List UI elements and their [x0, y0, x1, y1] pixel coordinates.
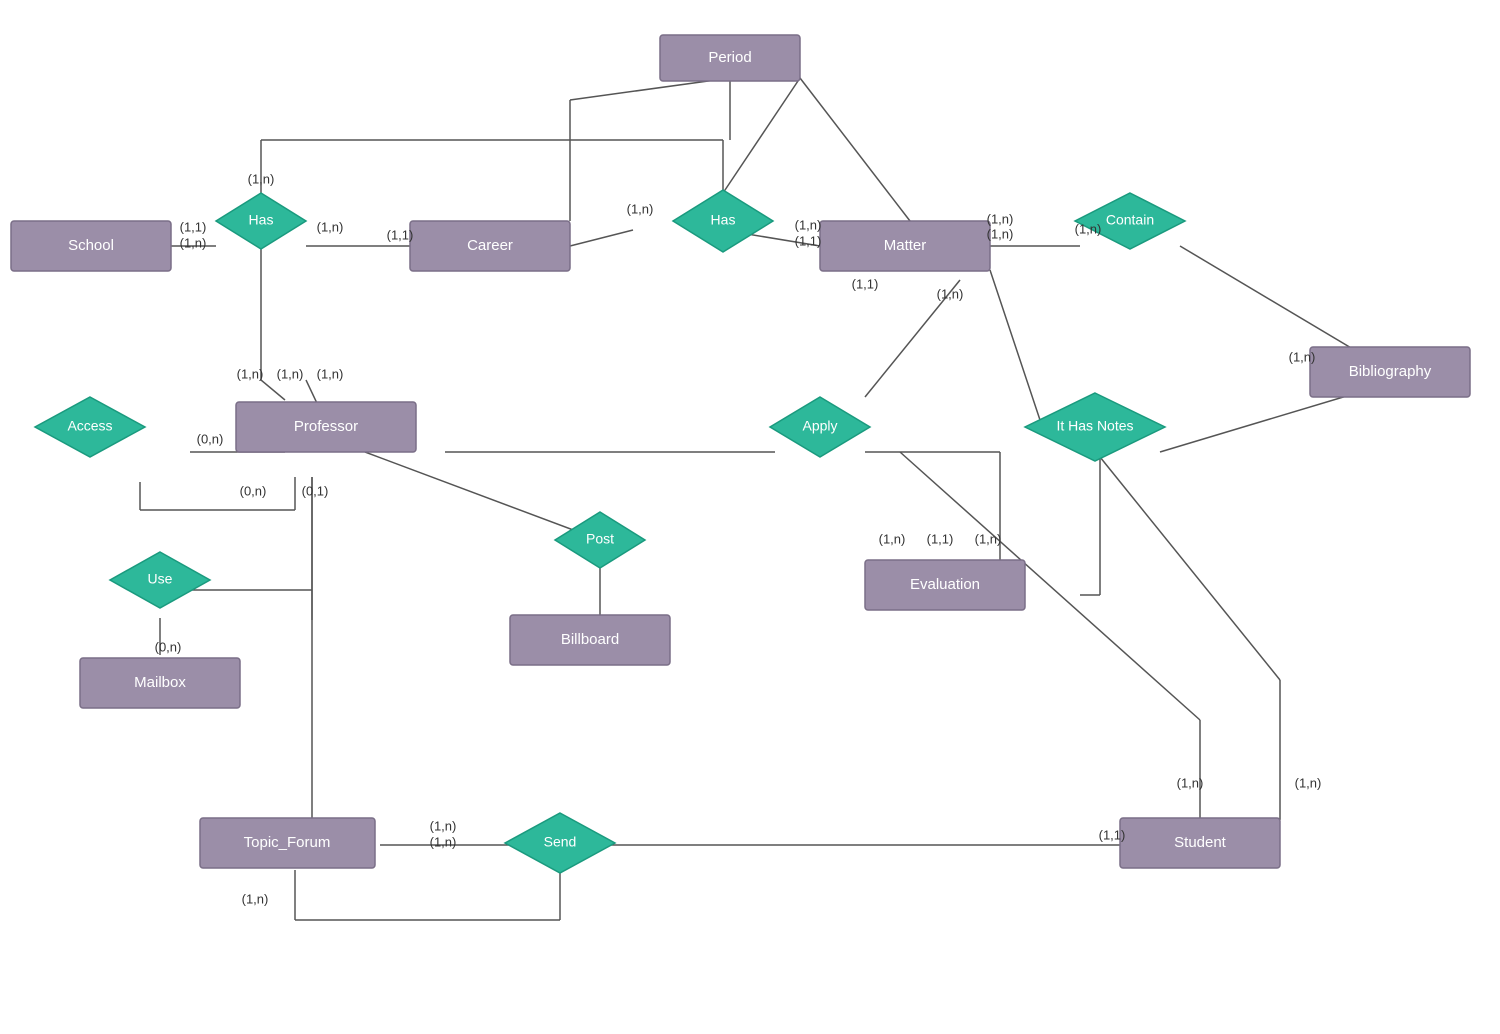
card-access-prof: (0,n) [197, 431, 224, 446]
card-has1-career-1: (1,n) [317, 219, 344, 234]
card-matter-contain-1: (1,n) [987, 211, 1014, 226]
card-matter-apply-2: (1,n) [937, 286, 964, 301]
card-access-loop-1: (0,n) [240, 483, 267, 498]
entity-student-label: Student [1174, 834, 1227, 851]
entity-matter-label: Matter [884, 237, 927, 254]
card-has1-prof-3: (1,n) [317, 366, 344, 381]
card-student-notes: (1,n) [1295, 775, 1322, 790]
card-topicforum-send-2: (1,n) [430, 834, 457, 849]
card-school-has1-1: (1,1) [180, 219, 207, 234]
card-topicforum-send-1: (1,n) [430, 818, 457, 833]
entity-professor-label: Professor [294, 418, 358, 435]
card-has1-prof-2: (1,n) [277, 366, 304, 381]
relation-has2-label: Has [711, 212, 736, 228]
entity-career-label: Career [467, 237, 513, 254]
card-send-student: (1,1) [1099, 827, 1126, 842]
relation-has1-label: Has [249, 212, 274, 228]
card-eval-2: (1,1) [927, 531, 954, 546]
relation-contain-label: Contain [1106, 212, 1154, 228]
card-matter-apply-1: (1,1) [852, 276, 879, 291]
card-contain-right: (1,n) [1075, 221, 1102, 236]
card-career-has2: (1,n) [627, 201, 654, 216]
card-bibliography-top: (1,n) [1289, 349, 1316, 364]
relation-it-has-notes-label: It Has Notes [1056, 418, 1133, 434]
card-access-loop-2: (0,1) [302, 483, 329, 498]
entity-school-label: School [68, 237, 114, 254]
entity-billboard-label: Billboard [561, 631, 619, 648]
card-topicforum-loop: (1,n) [242, 891, 269, 906]
card-has1-prof-1: (1,n) [237, 366, 264, 381]
card-mailbox: (0,n) [155, 639, 182, 654]
card-has1-career-2: (1,1) [387, 227, 414, 242]
card-eval-1: (1,n) [879, 531, 906, 546]
card-has2-matter-1: (1,n) [795, 217, 822, 232]
relation-apply-label: Apply [802, 418, 837, 434]
card-has1-top: (1,n) [248, 171, 275, 186]
relation-use-label: Use [148, 571, 173, 587]
entity-mailbox-label: Mailbox [134, 674, 186, 691]
entity-bibliography-label: Bibliography [1349, 363, 1432, 380]
entity-topic-forum-label: Topic_Forum [244, 834, 331, 851]
card-eval-3: (1,n) [975, 531, 1002, 546]
card-school-has1-2: (1,n) [180, 235, 207, 250]
relation-post-label: Post [586, 531, 614, 547]
card-matter-contain-2: (1,n) [987, 226, 1014, 241]
relation-send-label: Send [544, 834, 577, 850]
card-has2-matter-2: (1,1) [795, 233, 822, 248]
relation-access-label: Access [67, 418, 112, 434]
card-student-apply: (1,n) [1177, 775, 1204, 790]
entity-evaluation-label: Evaluation [910, 576, 980, 593]
entity-period-label: Period [708, 49, 751, 66]
